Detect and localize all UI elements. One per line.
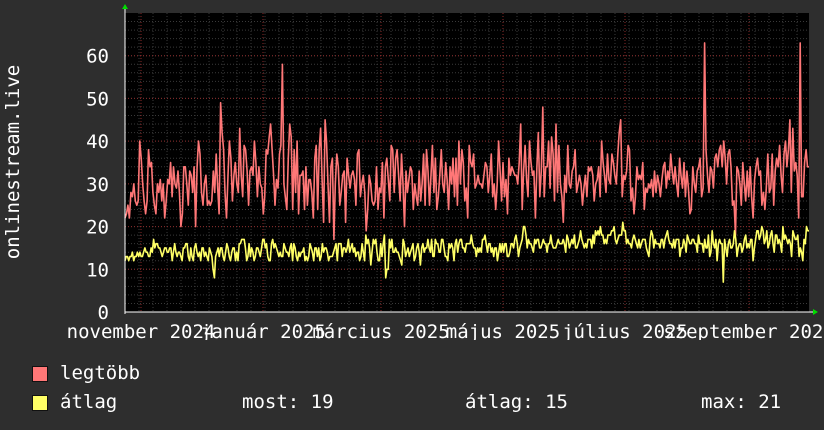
y-tick-label: 20 bbox=[86, 217, 109, 239]
x-tick-label: január 2025 bbox=[200, 321, 326, 340]
stat-current: most: 19 bbox=[242, 391, 334, 413]
stat-max: max: 21 bbox=[701, 391, 782, 413]
x-tick-label: március 2025 bbox=[312, 321, 449, 340]
legend-swatch-max bbox=[32, 366, 48, 382]
legend-row-avg: átlag most: 19 átlag: 15 max: 21 bbox=[32, 391, 824, 413]
x-axis-arrow bbox=[813, 309, 818, 315]
x-tick-label: szeptember 2025 bbox=[663, 321, 824, 340]
y-axis-arrow bbox=[122, 4, 128, 9]
x-tick-labels: november 2024január 2025március 2025máju… bbox=[67, 321, 824, 340]
y-axis-label: onlinestream.live bbox=[2, 65, 24, 259]
y-tick-label: 60 bbox=[86, 46, 109, 68]
y-tick-label: 10 bbox=[86, 259, 109, 281]
x-tick-label: november 2024 bbox=[67, 321, 216, 340]
line-chart: 0102030405060 november 2024január 2025má… bbox=[2, 4, 824, 340]
legend-swatch-avg bbox=[32, 395, 48, 411]
legend-label-max: legtöbb bbox=[60, 362, 141, 384]
x-tick-label: május 2025 bbox=[446, 321, 560, 340]
y-tick-label: 30 bbox=[86, 174, 109, 196]
y-tick-label: 50 bbox=[86, 88, 109, 110]
y-tick-labels: 0102030405060 bbox=[86, 46, 109, 324]
y-tick-label: 40 bbox=[86, 131, 109, 153]
stat-average: átlag: 15 bbox=[465, 391, 568, 413]
legend-label-avg: átlag bbox=[60, 391, 118, 413]
